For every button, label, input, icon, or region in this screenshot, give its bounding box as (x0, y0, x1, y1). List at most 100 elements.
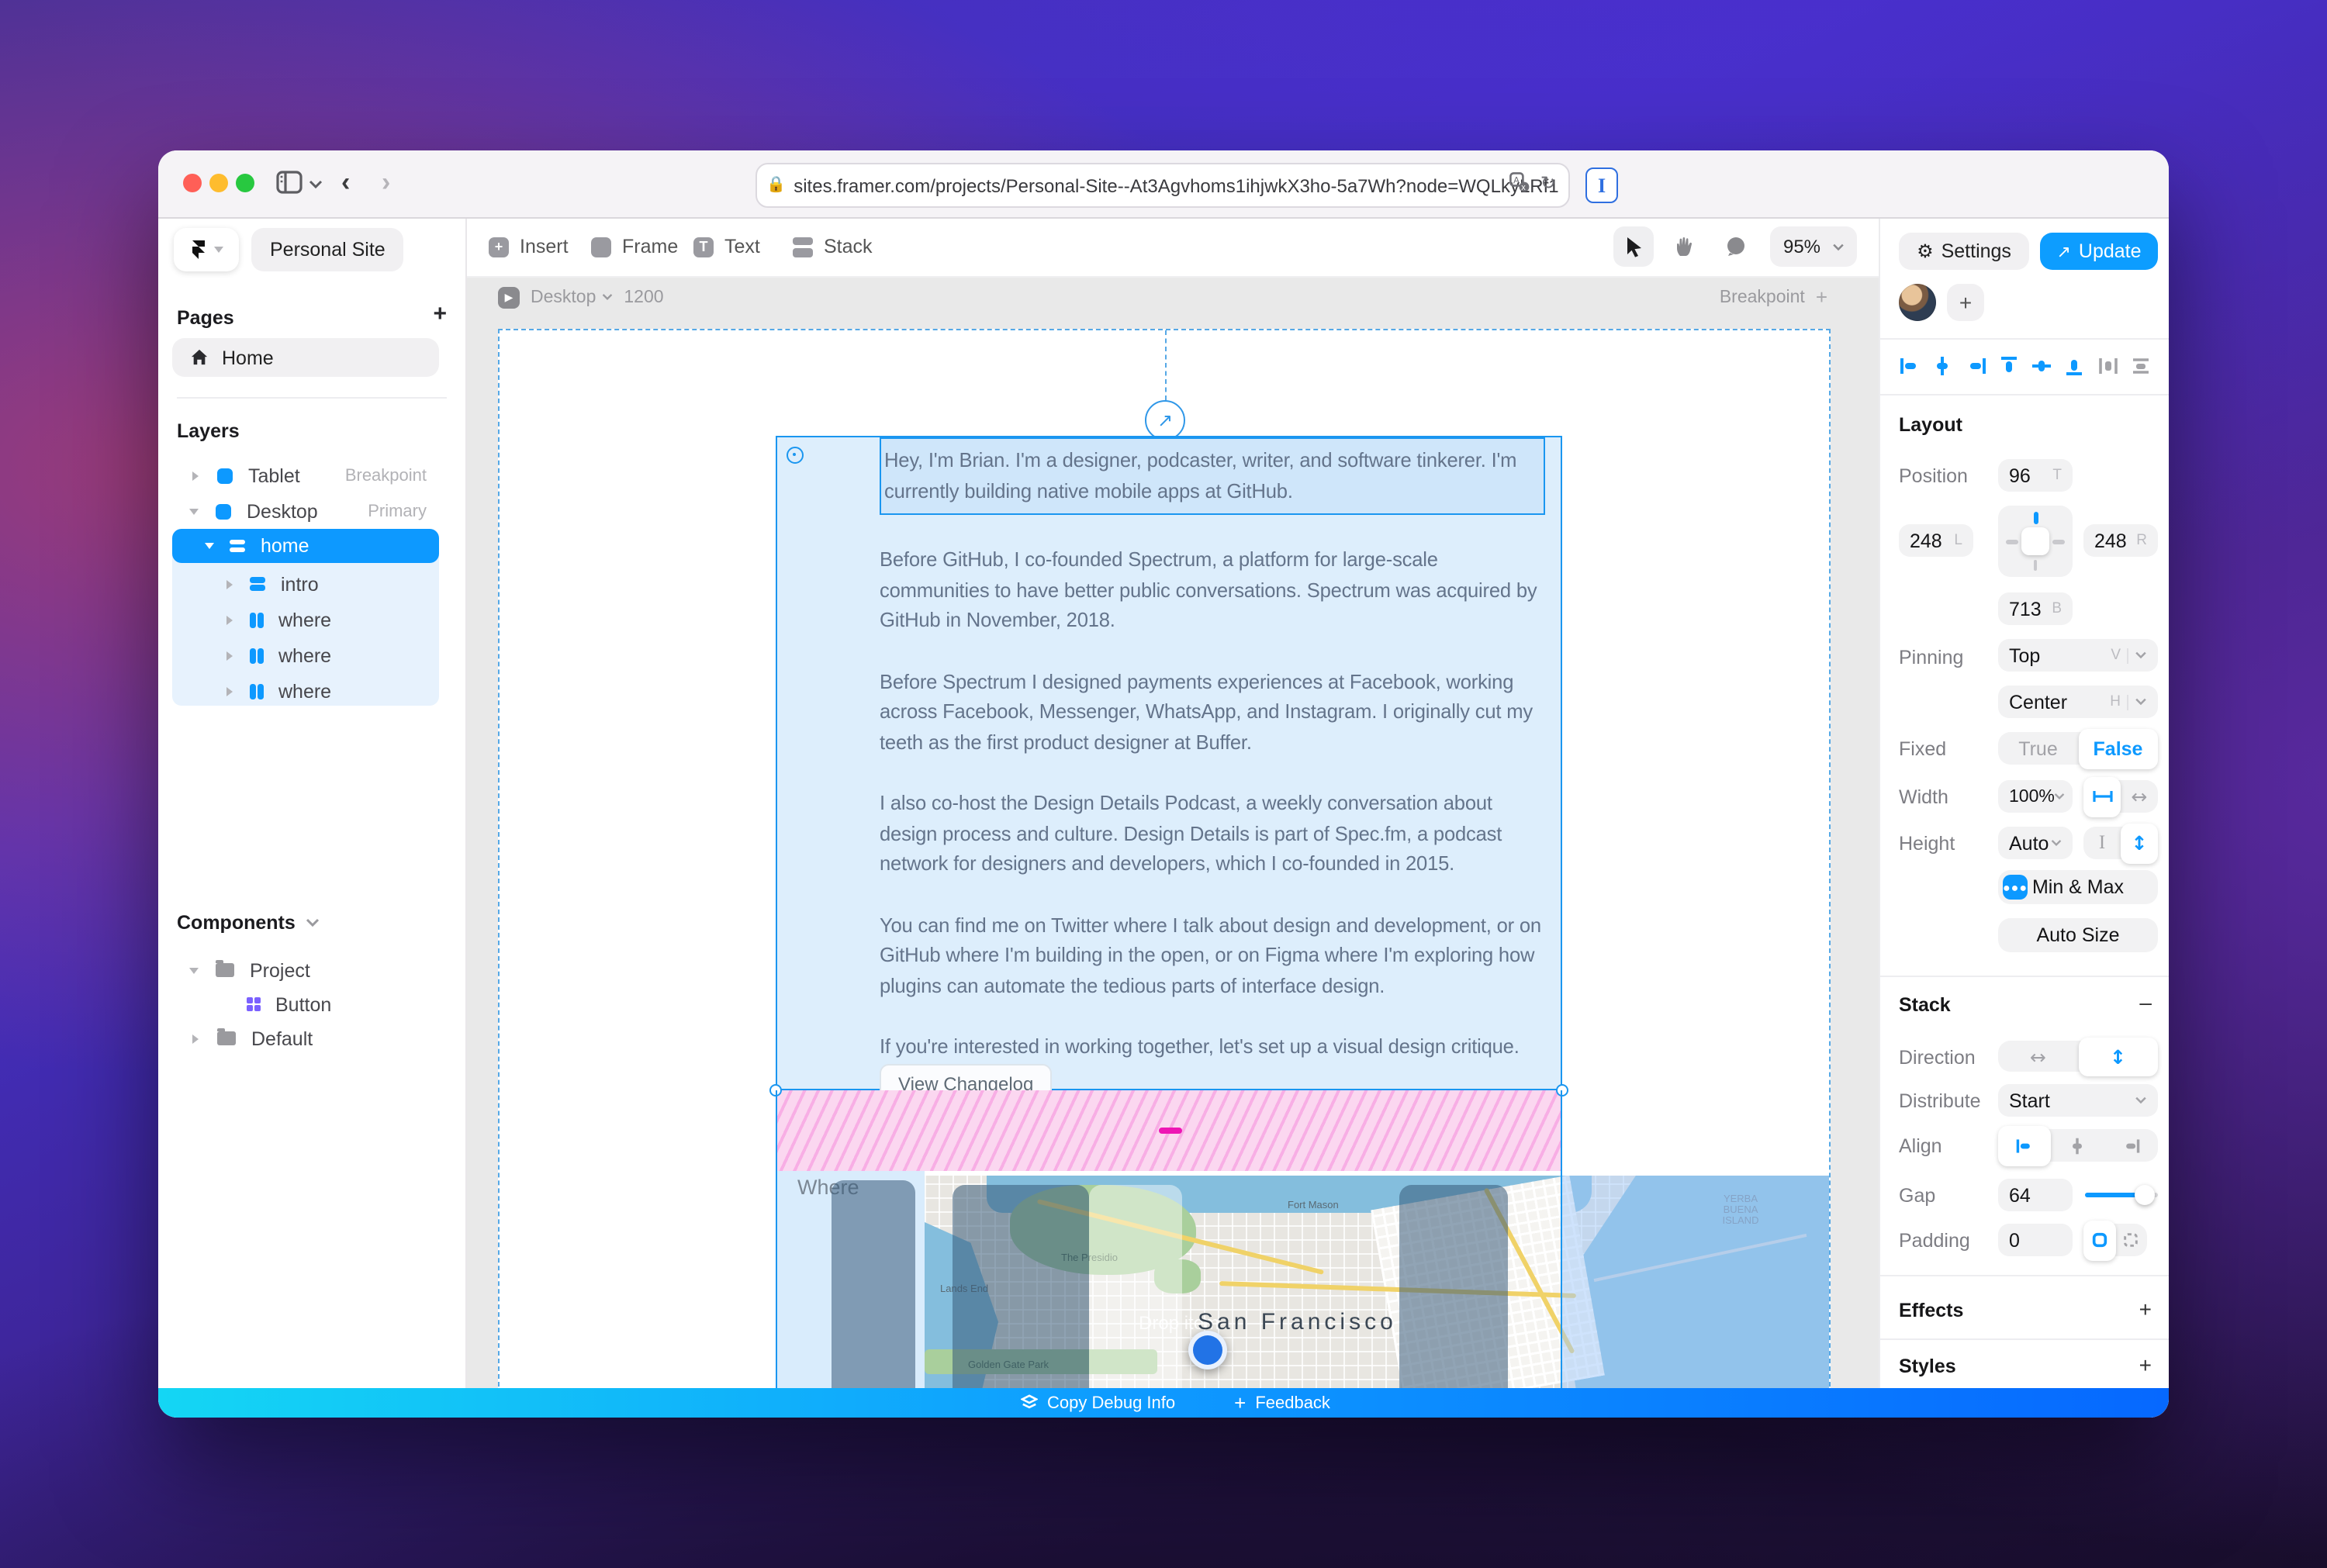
stack-tool[interactable]: Stack (793, 226, 873, 267)
align-horizontal-center-icon[interactable] (1932, 355, 1954, 377)
distribute-select[interactable]: Start (1998, 1084, 2158, 1117)
layer-row-where-3[interactable]: where (172, 675, 439, 707)
intro-paragraph[interactable]: If you're interested in working together… (880, 1031, 1545, 1062)
intro-paragraph-selected[interactable]: Hey, I'm Brian. I'm a designer, podcaste… (880, 437, 1545, 515)
uniform-padding-option[interactable] (2083, 1220, 2115, 1260)
intro-paragraph[interactable]: You can find me on Twitter where I talk … (880, 910, 1545, 1000)
intro-paragraph[interactable]: Before Spectrum I designed payments expe… (880, 666, 1545, 757)
fixed-toggle[interactable]: True False (1998, 732, 2158, 765)
hand-tool[interactable] (1665, 226, 1705, 267)
relative-height-option[interactable]: ↕ (2121, 823, 2158, 863)
individual-padding-option[interactable] (2115, 1224, 2147, 1256)
chevron-down-icon[interactable] (306, 918, 320, 927)
fixed-width-option[interactable] (2083, 776, 2121, 817)
fixed-height-option[interactable]: I (2083, 827, 2121, 859)
direction-vertical-option[interactable]: ↕ (2078, 1037, 2158, 1076)
direction-toggle[interactable]: ↔ ↕ (1998, 1041, 2158, 1072)
text-tool[interactable]: T Text (693, 226, 760, 267)
selection-handle-bottom-right[interactable] (1556, 1084, 1568, 1097)
distribute-horizontal-icon[interactable] (2097, 355, 2118, 377)
add-breakpoint-button[interactable]: + (1816, 285, 1827, 309)
address-bar[interactable]: 🔒 sites.framer.com/projects/Personal-Sit… (755, 163, 1570, 208)
align-right-icon[interactable] (1965, 355, 1986, 377)
chevron-right-icon[interactable] (226, 651, 233, 660)
gap-slider[interactable] (2085, 1179, 2158, 1210)
comment-tool[interactable] (1716, 226, 1756, 267)
add-page-button[interactable]: + (433, 301, 447, 327)
padding-input[interactable]: 0 (1998, 1224, 2073, 1256)
height-mode-select[interactable]: Auto (1998, 827, 2073, 859)
intro-paragraph[interactable]: I also co-host the Design Details Podcas… (880, 788, 1545, 879)
translate-icon[interactable]: A x (1509, 172, 1530, 192)
position-right-input[interactable]: 248R (2083, 524, 2158, 557)
add-collaborator-button[interactable]: + (1947, 284, 1984, 321)
pinning-horizontal-select[interactable]: Center H (1998, 686, 2158, 718)
align-bottom-icon[interactable] (2064, 355, 2086, 377)
chevron-right-icon[interactable] (226, 615, 233, 624)
components-folder-project[interactable]: Project (172, 954, 439, 986)
selection-handle-bottom-left[interactable] (769, 1084, 782, 1097)
layer-row-tablet[interactable]: Tablet Breakpoint (172, 459, 439, 492)
align-vertical-center-icon[interactable] (2031, 355, 2052, 377)
slider-thumb[interactable] (2135, 1185, 2156, 1205)
direction-horizontal-option[interactable]: ↔ (1998, 1041, 2078, 1072)
chevron-down-icon[interactable] (189, 967, 199, 973)
drop-slot-column[interactable] (832, 1180, 915, 1394)
width-mode-select[interactable]: 100% (1998, 780, 2073, 813)
user-avatar[interactable] (1899, 284, 1936, 321)
intro-text-block[interactable]: Hey, I'm Brian. I'm a designer, podcaste… (880, 437, 1545, 1093)
fixed-true-option[interactable]: True (1998, 732, 2078, 765)
settings-button[interactable]: ⚙ Settings (1899, 233, 2029, 270)
chevron-right-icon[interactable] (192, 471, 199, 480)
relative-width-option[interactable]: ↔ (2121, 780, 2158, 813)
zoom-window-button[interactable] (236, 174, 254, 192)
drop-slot-column[interactable] (953, 1185, 1089, 1394)
drop-slot-column[interactable] (1399, 1185, 1508, 1394)
chevron-right-icon[interactable] (226, 579, 233, 589)
chevron-down-icon[interactable] (189, 508, 199, 514)
components-folder-default[interactable]: Default (172, 1022, 439, 1055)
preview-play-icon[interactable]: ▶ (498, 286, 520, 308)
position-bottom-input[interactable]: 713B (1998, 592, 2073, 625)
chevron-right-icon[interactable] (226, 686, 233, 696)
position-left-input[interactable]: 248L (1899, 524, 1973, 557)
position-top-input[interactable]: 96T (1998, 459, 2073, 492)
gap-handle[interactable] (1159, 1128, 1182, 1133)
pointer-tool[interactable] (1613, 226, 1654, 267)
collapse-stack-button[interactable]: – (2139, 989, 2152, 1014)
reload-icon[interactable]: ↻ (1540, 172, 1556, 194)
browser-extension-icon[interactable]: I (1585, 168, 1618, 203)
layer-row-desktop[interactable]: Desktop Primary (172, 495, 439, 527)
sidebar-toggle-icon[interactable] (276, 171, 303, 194)
pin-left-indicator[interactable] (2006, 540, 2018, 544)
where-section[interactable]: Where (776, 1171, 1829, 1394)
insert-tool[interactable]: + Insert (489, 226, 569, 267)
chevron-down-icon[interactable] (205, 543, 214, 549)
layer-row-where-2[interactable]: where (172, 639, 439, 672)
component-item-button[interactable]: Button (172, 988, 439, 1021)
intro-paragraph[interactable]: Before GitHub, I co-founded Spectrum, a … (880, 544, 1545, 635)
gap-input[interactable]: 64 (1998, 1179, 2073, 1211)
breakpoint-device-dropdown[interactable]: Desktop (531, 288, 613, 306)
pinning-widget[interactable] (1998, 506, 2073, 577)
align-end-option[interactable] (2104, 1129, 2158, 1162)
auto-size-button[interactable]: Auto Size (1998, 918, 2158, 952)
pinning-vertical-select[interactable]: Top V (1998, 639, 2158, 672)
back-button[interactable]: ‹ (341, 169, 350, 197)
pin-bottom-indicator[interactable] (2033, 560, 2037, 571)
frame-tool[interactable]: Frame (591, 226, 678, 267)
forward-button[interactable]: › (382, 169, 390, 197)
align-toggle[interactable] (1998, 1129, 2158, 1162)
align-center-option[interactable] (2052, 1129, 2105, 1162)
feedback-button[interactable]: + Feedback (1234, 1391, 1330, 1414)
width-fit-toggle[interactable]: ↔ (2083, 780, 2158, 813)
scroll-target-icon[interactable]: ↗ (1145, 400, 1185, 440)
desktop-frame[interactable]: ↗ Hey, I'm Brian. I'm a designer, podcas… (498, 329, 1831, 1394)
layer-row-where-1[interactable]: where (172, 603, 439, 636)
close-window-button[interactable] (183, 174, 202, 192)
san-francisco-map[interactable]: Fort Mason The Presidio Lands End Golden… (925, 1176, 1829, 1394)
fixed-false-option[interactable]: False (2078, 728, 2158, 768)
zoom-level-dropdown[interactable]: 95% (1770, 226, 1857, 267)
pin-right-indicator[interactable] (2052, 540, 2065, 544)
tab-overview-chevron-icon[interactable] (309, 180, 323, 189)
